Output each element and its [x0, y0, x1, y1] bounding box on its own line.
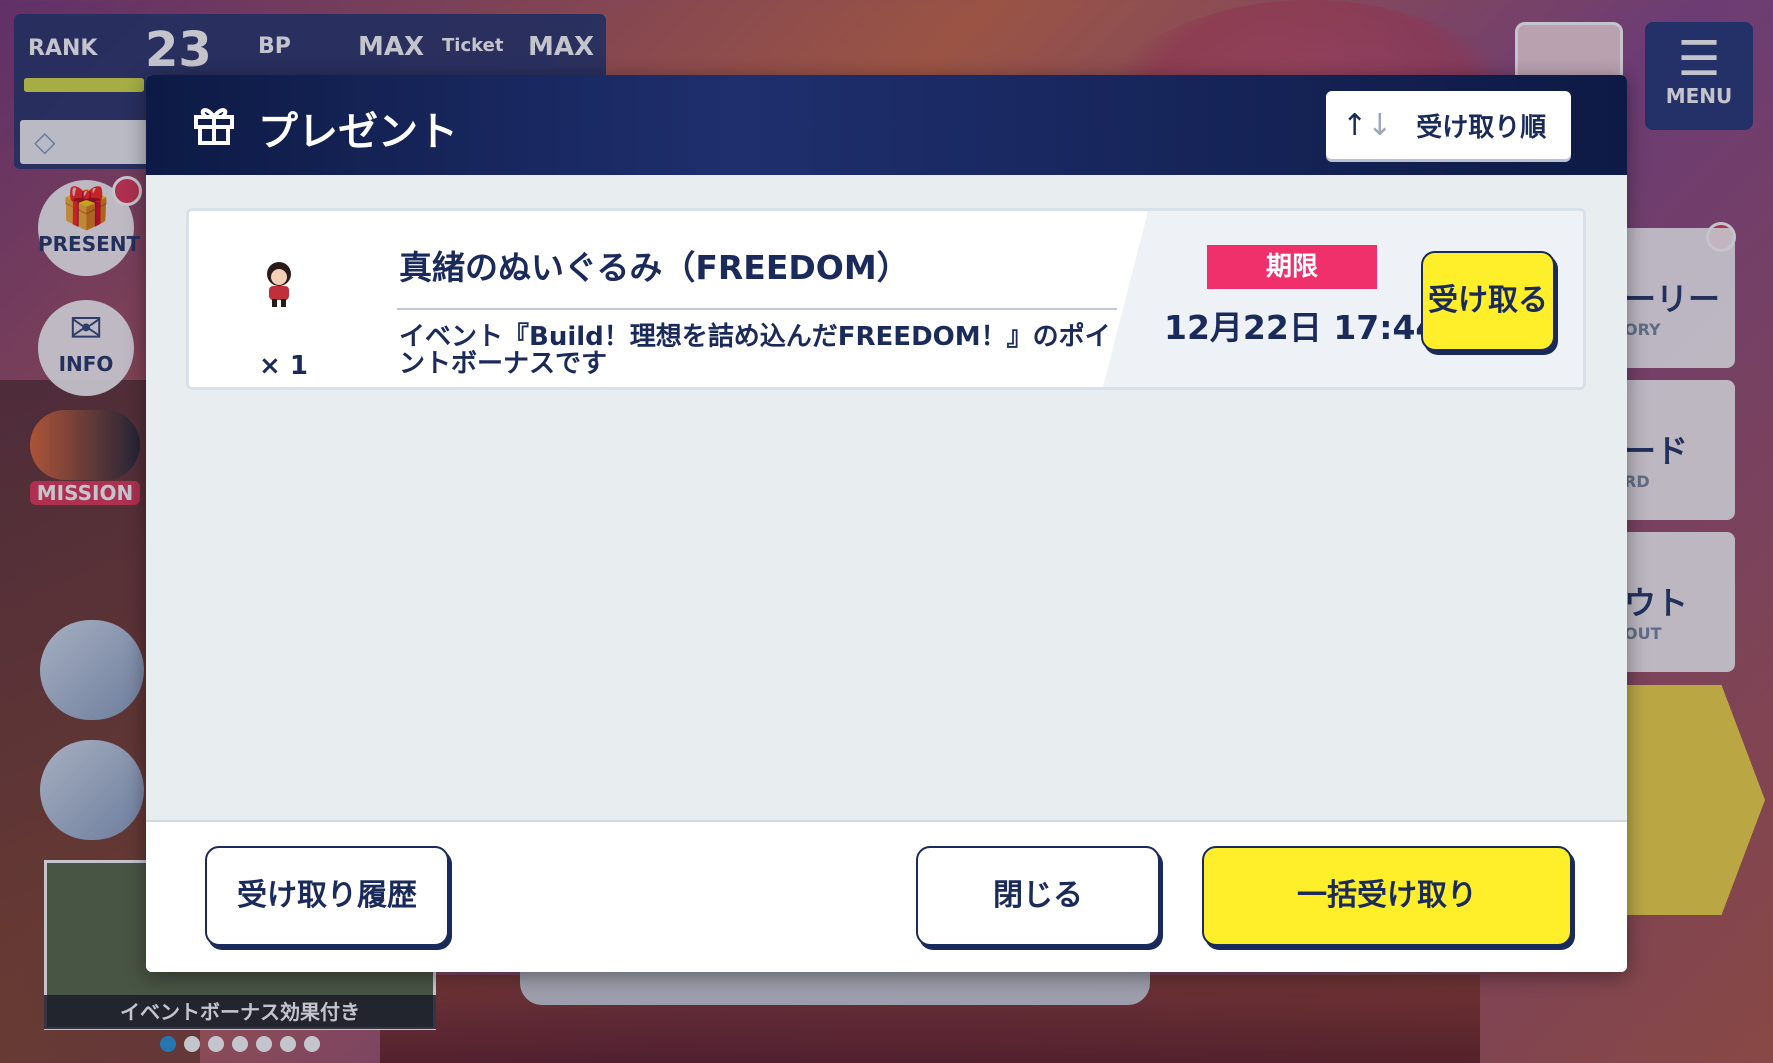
limit-badge: 期限	[1207, 245, 1377, 289]
present-item: × 1 真緒のぬいぐるみ（FREEDOM） イベント『Build！理想を詰め込ん…	[186, 208, 1586, 390]
dialog-header: プレゼント ↑↓ 受け取り順	[146, 75, 1627, 175]
item-description: イベント『Build！理想を詰め込んだFREEDOM！』のポイントボーナスです	[399, 322, 1111, 379]
close-button[interactable]: 閉じる	[916, 846, 1160, 946]
bulk-receive-button[interactable]: 一括受け取り	[1202, 846, 1572, 946]
sort-order-button[interactable]: ↑↓ 受け取り順	[1326, 91, 1571, 159]
receive-button[interactable]: 受け取る	[1421, 251, 1555, 351]
sort-order-label: 受け取り順	[1416, 112, 1547, 143]
present-dialog: プレゼント ↑↓ 受け取り順 × 1 真緒のぬいぐるみ（FREEDOM） イベン…	[146, 75, 1627, 972]
item-quantity: × 1	[259, 351, 308, 381]
dialog-footer: 受け取り履歴 閉じる 一括受け取り	[146, 820, 1627, 972]
limit-date: 12月22日 17:44	[1164, 308, 1439, 347]
item-divider	[397, 308, 1117, 310]
dialog-title: プレゼント	[258, 109, 458, 155]
sort-icon: ↑↓	[1342, 107, 1393, 143]
gift-icon	[194, 108, 234, 145]
plush-item-icon	[267, 262, 291, 307]
item-name: 真緒のぬいぐるみ（FREEDOM）	[399, 248, 910, 287]
receive-history-button[interactable]: 受け取り履歴	[205, 846, 449, 946]
